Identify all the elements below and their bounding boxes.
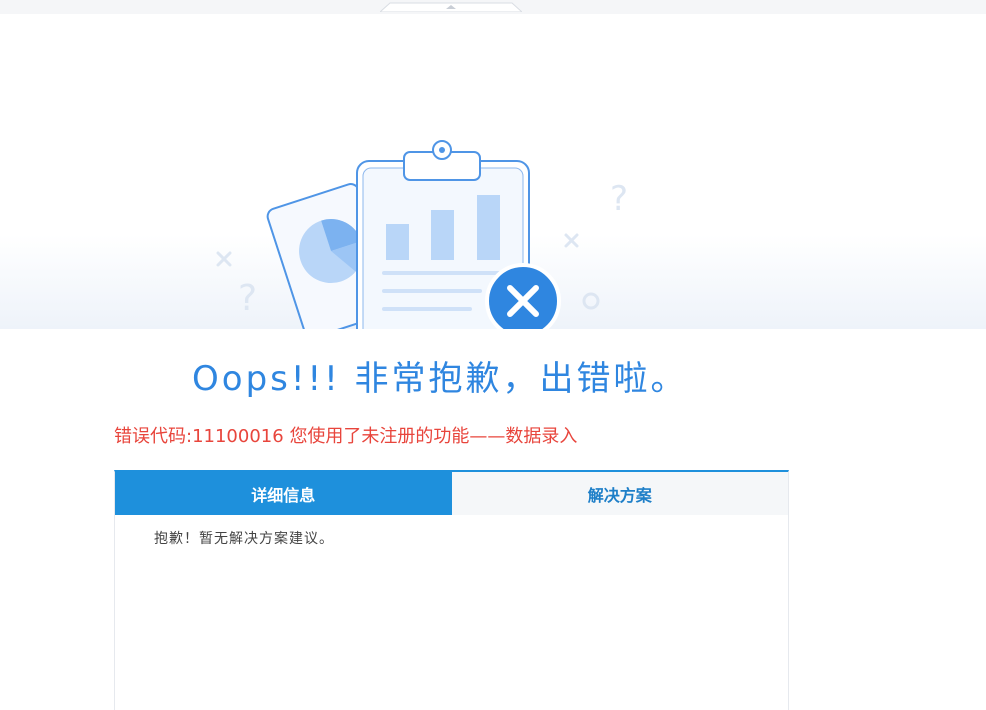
error-heading: Oops!!! 非常抱歉，出错啦。 <box>192 359 688 399</box>
panel-content: 抱歉！暂无解决方案建议。 <box>154 531 334 547</box>
error-code: 11100016 <box>192 426 284 447</box>
top-bar <box>0 0 986 15</box>
error-illustration: ? ? <box>0 14 986 329</box>
circle-deco <box>582 292 600 310</box>
tab-bar: 详细信息 解决方案 <box>115 472 788 515</box>
bar-icon <box>386 224 409 260</box>
error-code-line: 错误代码:11100016 您使用了未注册的功能——数据录入 <box>114 424 577 450</box>
question-mark-deco: ? <box>238 278 257 319</box>
error-message: 您使用了未注册的功能——数据录入 <box>289 426 578 447</box>
tab-details[interactable]: 详细信息 <box>115 472 452 515</box>
tab-solutions[interactable]: 解决方案 <box>451 472 788 515</box>
error-code-label: 错误代码: <box>114 426 193 447</box>
bar-icon <box>477 195 500 260</box>
question-mark-deco: ? <box>610 179 628 219</box>
close-icon <box>485 263 561 329</box>
bar-icon <box>431 210 454 260</box>
info-panel: 详细信息 解决方案 抱歉！暂无解决方案建议。 <box>114 470 789 710</box>
collapse-handle[interactable] <box>380 2 522 12</box>
